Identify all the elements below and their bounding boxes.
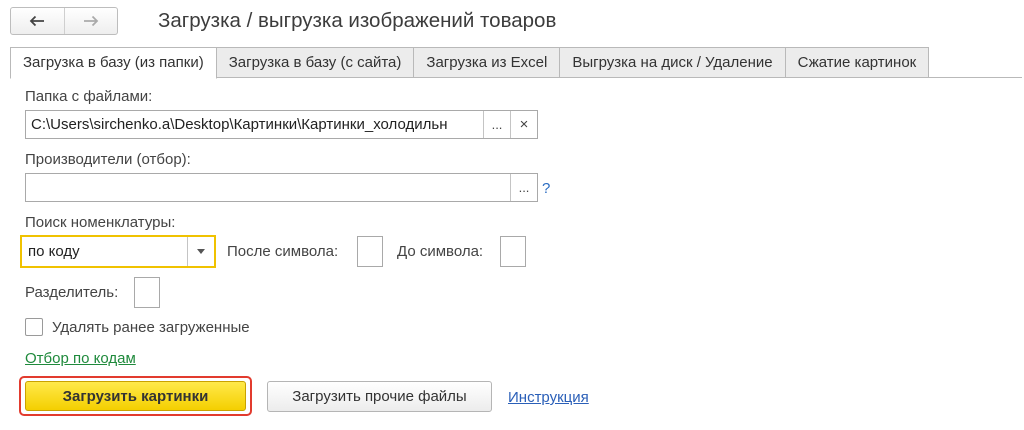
- instruction-link[interactable]: Инструкция: [508, 389, 589, 406]
- search-label: Поиск номенклатуры:: [25, 214, 176, 231]
- folder-label: Папка с файлами:: [25, 88, 153, 105]
- arrow-right-icon: [83, 15, 99, 27]
- tab-export-delete[interactable]: Выгрузка на диск / Удаление: [560, 47, 786, 78]
- after-symbol-input[interactable]: [357, 236, 383, 267]
- load-other-files-button[interactable]: Загрузить прочие файлы: [267, 381, 492, 412]
- dropdown-button[interactable]: [187, 237, 214, 266]
- search-mode-select[interactable]: по коду: [20, 235, 216, 268]
- help-icon[interactable]: ?: [542, 180, 550, 197]
- separator-input[interactable]: [134, 277, 160, 308]
- manufacturers-label: Производители (отбор):: [25, 151, 191, 168]
- folder-select-button[interactable]: ...: [483, 111, 510, 138]
- after-symbol-label: После символа:: [227, 243, 339, 260]
- tab-compress-images[interactable]: Сжатие картинок: [785, 47, 930, 78]
- filter-by-codes-link[interactable]: Отбор по кодам: [25, 350, 136, 367]
- manufacturers-input[interactable]: [26, 174, 510, 201]
- before-symbol-label: До символа:: [397, 243, 484, 260]
- back-button[interactable]: [11, 8, 64, 34]
- search-mode-value: по коду: [28, 243, 80, 260]
- before-symbol-input[interactable]: [500, 236, 526, 267]
- chevron-down-icon: [197, 249, 205, 254]
- tab-load-from-site[interactable]: Загрузка в базу (с сайта): [216, 47, 415, 78]
- load-images-button[interactable]: Загрузить картинки: [25, 381, 246, 411]
- forward-button[interactable]: [63, 8, 118, 34]
- page-title: Загрузка / выгрузка изображений товаров: [158, 9, 557, 32]
- tab-load-from-excel[interactable]: Загрузка из Excel: [414, 47, 561, 78]
- separator-label: Разделитель:: [25, 284, 119, 301]
- folder-field: C:\Users\sirchenko.a\Desktop\Картинки\Ка…: [25, 110, 538, 139]
- manufacturers-select-button[interactable]: ...: [510, 174, 537, 201]
- tab-bar: Загрузка в базу (из папки) Загрузка в ба…: [10, 47, 930, 79]
- arrow-left-icon: [29, 15, 45, 27]
- nav-buttons: [10, 7, 118, 35]
- manufacturers-field: ...: [25, 173, 538, 202]
- delete-previous-checkbox[interactable]: [25, 318, 43, 336]
- folder-input[interactable]: C:\Users\sirchenko.a\Desktop\Картинки\Ка…: [26, 111, 483, 138]
- folder-clear-button[interactable]: ×: [510, 111, 537, 138]
- tab-load-from-folder[interactable]: Загрузка в базу (из папки): [10, 47, 217, 79]
- delete-previous-label: Удалять ранее загруженные: [52, 319, 250, 336]
